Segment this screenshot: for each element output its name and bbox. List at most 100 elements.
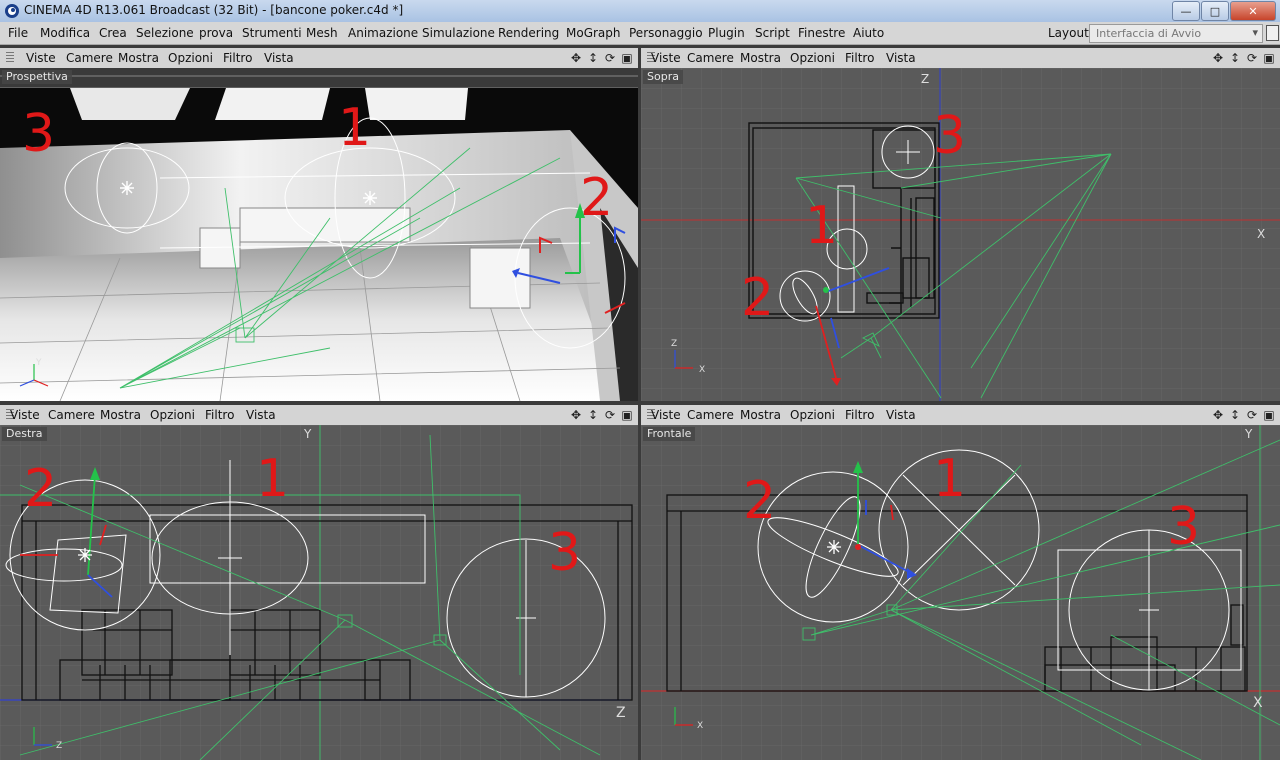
svg-text:X: X: [699, 365, 705, 375]
axis-label-x: X: [1257, 227, 1266, 241]
viewport-top[interactable]: Viste Camere Mostra Opzioni Filtro Vista…: [641, 48, 1280, 401]
menu-strumenti[interactable]: Strumenti: [242, 26, 302, 40]
menu-simulazione[interactable]: Simulazione: [422, 26, 495, 40]
axis-label-y: Y: [304, 427, 312, 441]
menu-file[interactable]: File: [8, 26, 28, 40]
axis-label-z: Z: [921, 72, 930, 86]
vp-menu-viste[interactable]: Viste: [651, 51, 681, 65]
vp-menu-filtro[interactable]: Filtro: [845, 408, 874, 422]
layout-dropdown[interactable]: Interfaccia di Avvio ▾: [1089, 24, 1263, 43]
vp-menu-filtro[interactable]: Filtro: [205, 408, 234, 422]
zoom-icon[interactable]: ↕: [1228, 50, 1242, 65]
minimize-button[interactable]: —: [1172, 1, 1200, 21]
vp-menu-vista[interactable]: Vista: [264, 51, 294, 65]
vp-menu-camere[interactable]: Camere: [48, 408, 95, 422]
viewport-canvas-top[interactable]: Sopra Z X Z X 3 1 2: [641, 68, 1280, 401]
cinema4d-app-icon: [5, 4, 19, 18]
viewport-menubar: Viste Camere Mostra Opzioni Filtro Vista…: [641, 48, 1280, 68]
close-button[interactable]: ✕: [1230, 1, 1276, 21]
viewport-front[interactable]: Viste Camere Mostra Opzioni Filtro Vista…: [641, 405, 1280, 760]
viewport-canvas-right[interactable]: Destra Z Y Z 2 1 3: [0, 425, 638, 760]
viewport-canvas-perspective[interactable]: Prospettiva Y 3 1 2: [0, 68, 638, 401]
toggle-view-icon[interactable]: ▣: [620, 50, 634, 65]
menu-mograph[interactable]: MoGraph: [566, 26, 621, 40]
annotation-number: 2: [24, 459, 58, 519]
vp-menu-vista[interactable]: Vista: [886, 51, 916, 65]
rotate-icon[interactable]: ⟳: [1245, 50, 1259, 65]
annotation-number: 1: [933, 449, 967, 509]
grip-handle-icon[interactable]: [6, 52, 14, 64]
vp-menu-filtro[interactable]: Filtro: [845, 51, 874, 65]
menu-modifica[interactable]: Modifica: [40, 26, 90, 40]
menu-selezione[interactable]: Selezione: [136, 26, 194, 40]
window-titlebar: CINEMA 4D R13.061 Broadcast (32 Bit) - […: [0, 0, 1280, 23]
annotation-number: 3: [933, 106, 967, 166]
rotate-icon[interactable]: ⟳: [603, 50, 617, 65]
annotation-number: 2: [743, 471, 777, 531]
vp-menu-opzioni[interactable]: Opzioni: [790, 51, 835, 65]
axis-label-y: Y: [1245, 427, 1253, 441]
vp-menu-filtro[interactable]: Filtro: [223, 51, 252, 65]
viewport-label: Sopra: [643, 70, 683, 84]
viewport-menubar: Viste Camere Mostra Opzioni Filtro Vista…: [641, 405, 1280, 425]
main-menubar: File Modifica Crea Selezione prova Strum…: [0, 22, 1280, 45]
vp-menu-opzioni[interactable]: Opzioni: [150, 408, 195, 422]
axis-label-z: Z: [616, 705, 626, 721]
annotation-number: 2: [580, 168, 614, 228]
vp-menu-camere[interactable]: Camere: [66, 51, 113, 65]
rotate-icon[interactable]: ⟳: [603, 407, 617, 422]
viewport-canvas-front[interactable]: Frontale X Y X 2 1 3: [641, 425, 1280, 760]
toggle-view-icon[interactable]: ▣: [1262, 407, 1276, 422]
toggle-view-icon[interactable]: ▣: [620, 407, 634, 422]
viewport-menubar: Viste Camere Mostra Opzioni Filtro Vista…: [0, 405, 638, 425]
menu-rendering[interactable]: Rendering: [498, 26, 559, 40]
toggle-view-icon[interactable]: ▣: [1262, 50, 1276, 65]
vp-menu-viste[interactable]: Viste: [10, 408, 40, 422]
vp-menu-viste[interactable]: Viste: [651, 408, 681, 422]
window-title: CINEMA 4D R13.061 Broadcast (32 Bit) - […: [24, 3, 404, 17]
move-icon[interactable]: ✥: [1211, 50, 1225, 65]
vp-menu-opzioni[interactable]: Opzioni: [790, 408, 835, 422]
vp-menu-mostra[interactable]: Mostra: [740, 51, 781, 65]
annotation-number: 1: [256, 449, 290, 509]
annotation-number: 1: [338, 98, 372, 158]
chevron-down-icon: ▾: [1252, 26, 1258, 39]
annotation-number: 3: [1167, 497, 1201, 557]
axis-label-x: X: [1253, 695, 1263, 711]
svg-text:Z: Z: [671, 339, 677, 349]
menu-aiuto[interactable]: Aiuto: [853, 26, 884, 40]
move-icon[interactable]: ✥: [1211, 407, 1225, 422]
annotation-number: 3: [22, 104, 56, 164]
menu-mesh[interactable]: Mesh: [306, 26, 338, 40]
zoom-icon[interactable]: ↕: [586, 407, 600, 422]
menu-animazione[interactable]: Animazione: [348, 26, 418, 40]
svg-text:Z: Z: [56, 741, 62, 751]
annotation-number: 3: [548, 523, 582, 583]
vp-menu-viste[interactable]: Viste: [26, 51, 56, 65]
zoom-icon[interactable]: ↕: [586, 50, 600, 65]
rotate-icon[interactable]: ⟳: [1245, 407, 1259, 422]
zoom-icon[interactable]: ↕: [1228, 407, 1242, 422]
perspective-scene: Y: [0, 68, 638, 401]
vp-menu-camere[interactable]: Camere: [687, 51, 734, 65]
menu-prova[interactable]: prova: [199, 26, 233, 40]
menu-crea[interactable]: Crea: [99, 26, 127, 40]
move-icon[interactable]: ✥: [569, 407, 583, 422]
vp-menu-mostra[interactable]: Mostra: [118, 51, 159, 65]
viewport-right[interactable]: Viste Camere Mostra Opzioni Filtro Vista…: [0, 405, 638, 760]
vp-menu-camere[interactable]: Camere: [687, 408, 734, 422]
maximize-button[interactable]: □: [1201, 1, 1229, 21]
menu-personaggio[interactable]: Personaggio: [629, 26, 703, 40]
viewport-perspective[interactable]: Viste Camere Mostra Opzioni Filtro Vista…: [0, 48, 638, 401]
layout-lock-icon[interactable]: [1266, 25, 1279, 41]
vp-menu-mostra[interactable]: Mostra: [100, 408, 141, 422]
right-scene: Z: [0, 425, 638, 760]
vp-menu-vista[interactable]: Vista: [886, 408, 916, 422]
menu-script[interactable]: Script: [755, 26, 790, 40]
vp-menu-mostra[interactable]: Mostra: [740, 408, 781, 422]
vp-menu-vista[interactable]: Vista: [246, 408, 276, 422]
menu-finestre[interactable]: Finestre: [798, 26, 845, 40]
menu-plugin[interactable]: Plugin: [708, 26, 745, 40]
vp-menu-opzioni[interactable]: Opzioni: [168, 51, 213, 65]
move-icon[interactable]: ✥: [569, 50, 583, 65]
